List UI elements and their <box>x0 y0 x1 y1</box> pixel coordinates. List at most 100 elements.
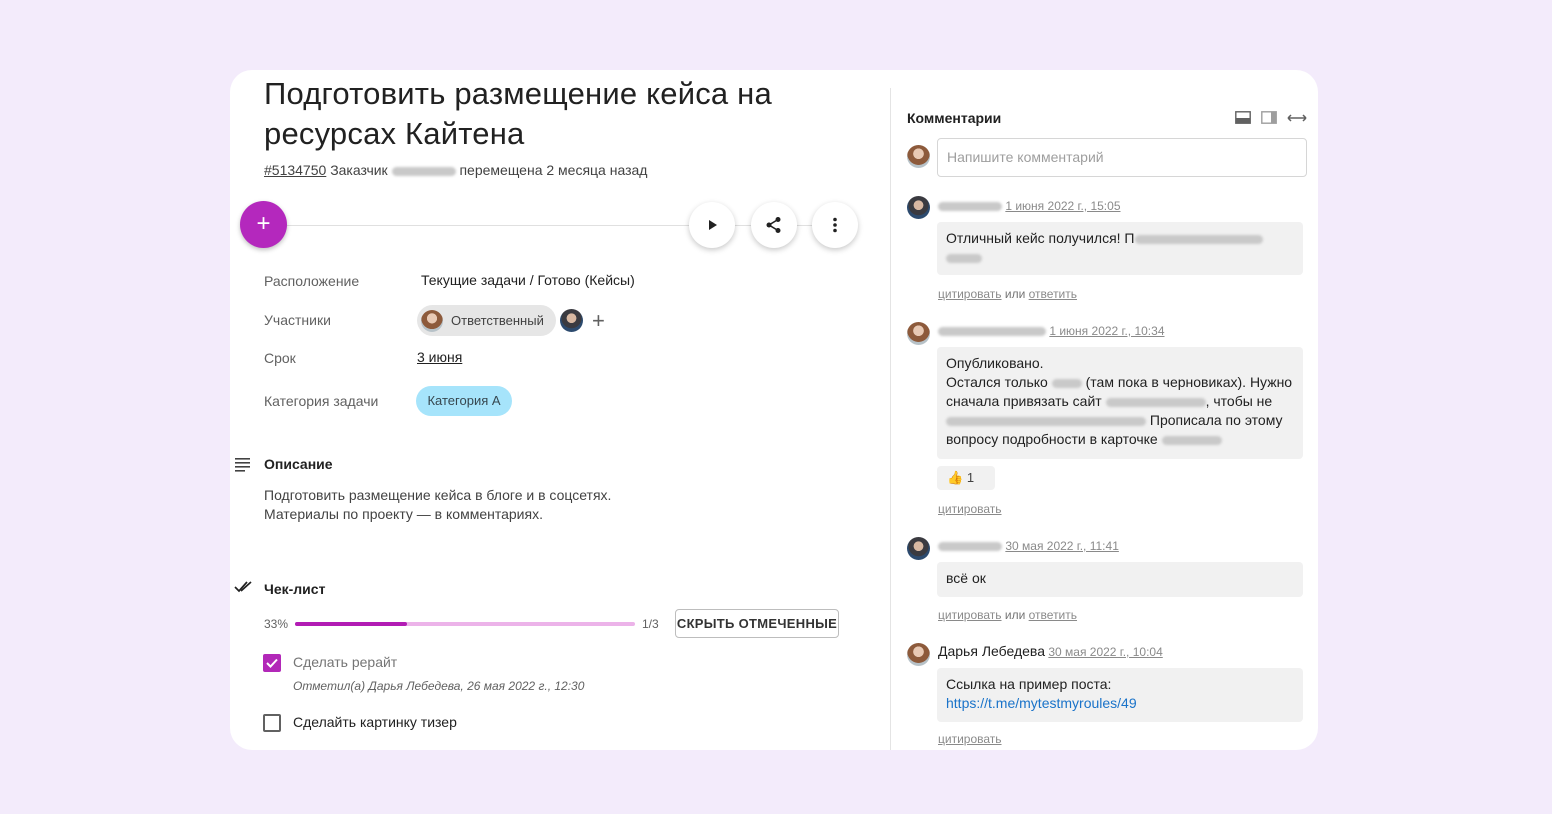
avatar <box>907 643 930 666</box>
comments-view-tools <box>1235 111 1307 124</box>
comment-link[interactable]: https://t.me/mytestmyroules/49 <box>946 694 1294 713</box>
comment-actions: цитировать <box>938 732 1002 746</box>
members-label: Участники <box>264 312 331 328</box>
or-text: или <box>1004 287 1026 301</box>
task-meta: #5134750 Заказчик перемещена 2 месяца на… <box>264 162 647 178</box>
member-avatar[interactable] <box>560 309 583 332</box>
quote-link[interactable]: цитировать <box>938 732 1002 746</box>
checklist-icon <box>234 581 252 593</box>
location-label: Расположение <box>264 273 360 289</box>
or-text: или <box>1004 608 1026 622</box>
thumbs-up-icon: 👍 <box>947 470 964 485</box>
description-line: Подготовить размещение кейса в блоге и в… <box>264 487 612 503</box>
comment-body: Ссылка на пример поста: https://t.me/myt… <box>937 668 1303 722</box>
comment-header: 1 июня 2022 г., 15:05 <box>938 199 1121 213</box>
category-chip[interactable]: Категория А <box>416 386 512 416</box>
redacted-text <box>946 253 982 263</box>
description-icon <box>235 458 250 472</box>
reaction-thumbs-up[interactable]: 👍 1 <box>937 466 995 490</box>
comment-text: Остался только <box>946 374 1048 390</box>
comment-header: Дарья Лебедева 30 мая 2022 г., 10:04 <box>938 643 1163 659</box>
reaction-count: 1 <box>966 470 975 485</box>
deadline-value[interactable]: 3 июня <box>417 349 462 365</box>
redacted-text <box>1105 397 1206 407</box>
hide-checked-button[interactable]: СКРЫТЬ ОТМЕЧЕННЫЕ <box>675 609 839 638</box>
location-value[interactable]: Текущие задачи / Готово (Кейсы) <box>421 272 635 288</box>
redacted-text <box>1134 234 1263 244</box>
quote-link[interactable]: цитировать <box>938 502 1002 516</box>
comment-actions: цитировать <box>938 502 1002 516</box>
play-button[interactable] <box>689 202 735 248</box>
avatar <box>907 196 930 219</box>
comment-date[interactable]: 30 мая 2022 г., 10:04 <box>1048 645 1162 659</box>
comment-body: Отличный кейс получился! П <box>937 222 1303 275</box>
checklist-item-note: Отметил(а) Дарья Лебедева, 26 мая 2022 г… <box>293 679 585 693</box>
share-button[interactable] <box>751 202 797 248</box>
play-icon <box>709 220 717 230</box>
redacted-text <box>1051 378 1082 388</box>
responsible-label: Ответственный <box>451 313 544 328</box>
comment-date[interactable]: 1 июня 2022 г., 10:34 <box>1049 324 1164 338</box>
current-user-avatar <box>907 145 930 168</box>
reply-link[interactable]: ответить <box>1029 608 1077 622</box>
comment-body: Опубликовано. Остался только (там пока в… <box>937 347 1303 459</box>
comments-title: Комментарии <box>907 110 1002 126</box>
expand-horizontal-icon[interactable] <box>1287 113 1307 123</box>
comment-text: сначала привязать сайт <box>946 393 1102 409</box>
category-label: Категория задачи <box>264 393 379 409</box>
quote-link[interactable]: цитировать <box>938 287 1002 301</box>
checklist-percent: 33% <box>264 617 289 631</box>
responsible-chip[interactable]: Ответственный <box>417 305 556 336</box>
comment-text: Отличный кейс получился! П <box>946 230 1135 246</box>
comment-text: вопросу подробности в карточке <box>946 431 1158 447</box>
comment-text: Прописала по этому <box>1149 412 1283 428</box>
task-card: Подготовить размещение кейса на ресурсах… <box>230 70 1318 750</box>
more-vert-icon <box>833 217 837 233</box>
author-redacted <box>938 542 1002 552</box>
checklist-title: Чек-лист <box>264 581 326 597</box>
customer-label: Заказчик <box>330 162 388 178</box>
comment-text: всё ок <box>946 570 986 586</box>
layout-bottom-icon[interactable] <box>1235 111 1251 124</box>
layout-side-icon[interactable] <box>1261 111 1277 124</box>
task-details-panel: Подготовить размещение кейса на ресурсах… <box>230 70 890 750</box>
comment-text: Ссылка на пример поста: <box>946 676 1112 692</box>
comment-body: всё ок <box>937 562 1303 597</box>
comment-date[interactable]: 30 мая 2022 г., 11:41 <box>1005 539 1119 553</box>
checklist-item-text[interactable]: Сделать рерайт <box>293 654 397 670</box>
quote-link[interactable]: цитировать <box>938 608 1002 622</box>
redacted-text <box>946 416 1146 426</box>
comment-date[interactable]: 1 июня 2022 г., 15:05 <box>1005 199 1120 213</box>
avatar <box>907 537 930 560</box>
customer-name-redacted <box>391 166 456 176</box>
redacted-text <box>1161 435 1222 445</box>
more-button[interactable] <box>812 202 858 248</box>
comment-actions: цитировать или ответить <box>938 608 1077 622</box>
moved-text: перемещена 2 месяца назад <box>459 162 648 178</box>
add-button[interactable]: + <box>240 201 287 248</box>
avatar <box>421 309 443 332</box>
checklist-checkbox-checked[interactable] <box>263 654 281 672</box>
reply-link[interactable]: ответить <box>1029 287 1077 301</box>
task-title[interactable]: Подготовить размещение кейса на ресурсах… <box>264 74 864 154</box>
avatar <box>907 322 930 345</box>
description-line: Материалы по проекту — в комментариях. <box>264 506 543 522</box>
comment-header: 30 мая 2022 г., 11:41 <box>938 539 1119 553</box>
description-title: Описание <box>264 456 333 472</box>
comment-text: (там пока в черновиках). Нужно <box>1085 374 1293 390</box>
author-redacted <box>938 202 1002 212</box>
comment-author: Дарья Лебедева <box>938 643 1045 659</box>
share-icon <box>766 217 781 233</box>
check-icon <box>266 658 278 668</box>
checklist-progress-bar <box>295 622 635 626</box>
comment-actions: цитировать или ответить <box>938 287 1077 301</box>
task-id-link[interactable]: #5134750 <box>264 162 326 178</box>
description-text[interactable]: Подготовить размещение кейса в блоге и в… <box>264 486 611 524</box>
add-member-icon[interactable]: + <box>592 308 605 334</box>
deadline-label: Срок <box>264 350 296 366</box>
comment-header: 1 июня 2022 г., 10:34 <box>938 324 1165 338</box>
checklist-checkbox-unchecked[interactable] <box>263 714 281 732</box>
checklist-item-text[interactable]: Сделайть картинку тизер <box>293 714 457 730</box>
comment-text: Опубликовано. <box>946 355 1044 371</box>
comment-input[interactable]: Напишите комментарий <box>937 138 1307 177</box>
